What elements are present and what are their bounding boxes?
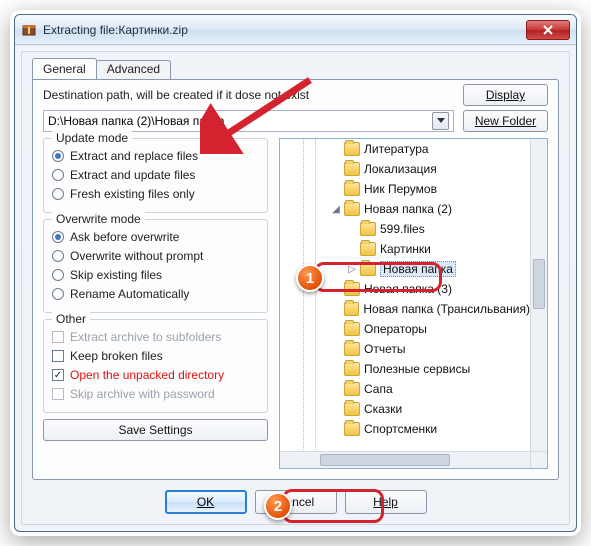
dialog-buttons: OK Cancel Help	[32, 488, 559, 516]
tree-item-label: Сказки	[364, 402, 402, 416]
tree-item[interactable]: Сказки	[280, 399, 530, 419]
check-skip-password: Skip archive with password	[52, 387, 259, 401]
overwrite-mode-group: Overwrite mode Ask before overwrite Over…	[43, 219, 268, 313]
other-legend: Other	[52, 312, 90, 326]
cancel-button[interactable]: Cancel	[255, 490, 337, 514]
titlebar[interactable]: Extracting file:Картинки.zip	[15, 15, 576, 45]
chevron-down-icon[interactable]	[432, 112, 449, 130]
tree-item-label: Локализация	[364, 162, 437, 176]
close-button[interactable]	[526, 20, 570, 40]
destination-value: D:\Новая папка (2)\Новая папка	[48, 114, 432, 128]
horizontal-scrollbar[interactable]	[280, 451, 530, 468]
disclosure-icon[interactable]: ◢	[330, 204, 342, 215]
tree-item-label: Картинки	[380, 242, 431, 256]
folder-icon	[344, 402, 360, 416]
tree-item[interactable]: Новая папка (Трансильвания)	[280, 299, 530, 319]
folder-icon	[360, 242, 376, 256]
folder-icon	[360, 262, 376, 276]
scrollbar-corner	[530, 451, 547, 468]
help-button[interactable]: Help	[345, 490, 427, 514]
folder-icon	[344, 342, 360, 356]
tree-item-label: Новая папка (2)	[364, 202, 452, 216]
tree-item[interactable]: Спортсменки	[280, 419, 530, 439]
tree-item-label: Сапа	[364, 382, 393, 396]
tree-item-label: Новая папка (Трансильвания)	[363, 302, 530, 316]
radio-skip-existing[interactable]: Skip existing files	[52, 268, 259, 282]
tab-general[interactable]: General	[32, 58, 97, 80]
folder-icon	[344, 142, 360, 156]
archive-icon	[21, 22, 37, 38]
radio-ask-overwrite[interactable]: Ask before overwrite	[52, 230, 259, 244]
folder-icon	[344, 302, 360, 316]
folder-tree[interactable]: Литература Локализация Ник Перумов ◢ Новая п…	[279, 138, 548, 469]
disclosure-icon[interactable]: ▷	[346, 264, 358, 275]
update-mode-group: Update mode Extract and replace files Ex…	[43, 138, 268, 213]
window-title: Extracting file:Картинки.zip	[43, 23, 188, 37]
tree-item[interactable]: Ник Перумов	[280, 179, 530, 199]
ok-button[interactable]: OK	[165, 490, 247, 514]
tree-item[interactable]: Новая папка (3)	[280, 279, 530, 299]
check-keep-broken[interactable]: Keep broken files	[52, 349, 259, 363]
tree-item-label: Полезные сервисы	[364, 362, 470, 376]
tree-item-label: Новая папка	[380, 261, 456, 277]
tree-item-label: Спортсменки	[364, 422, 437, 436]
tab-page-general: Destination path, will be created if it …	[32, 79, 559, 480]
dialog-window: Extracting file:Картинки.zip General Adv…	[14, 14, 577, 532]
tree-item[interactable]: Полезные сервисы	[280, 359, 530, 379]
tree-item[interactable]: Картинки	[280, 239, 530, 259]
tree-item[interactable]: Операторы	[280, 319, 530, 339]
tree-item-label: Отчеты	[364, 342, 405, 356]
overwrite-mode-legend: Overwrite mode	[52, 212, 145, 226]
tree-item-label: Новая папка (3)	[364, 282, 452, 296]
radio-fresh-existing[interactable]: Fresh existing files only	[52, 187, 259, 201]
save-settings-button[interactable]: Save Settings	[43, 419, 268, 441]
tree-item[interactable]: Литература	[280, 139, 530, 159]
folder-icon	[344, 202, 360, 216]
folder-icon	[344, 422, 360, 436]
folder-icon	[344, 282, 360, 296]
folder-icon	[344, 322, 360, 336]
tree-item[interactable]: Сапа	[280, 379, 530, 399]
folder-icon	[344, 162, 360, 176]
check-extract-subfolders: Extract archive to subfolders	[52, 330, 259, 344]
vertical-scrollbar[interactable]	[530, 139, 547, 451]
radio-overwrite-noprompt[interactable]: Overwrite without prompt	[52, 249, 259, 263]
new-folder-button[interactable]: New Folder	[463, 110, 548, 132]
tree-item[interactable]: ◢ Новая папка (2)	[280, 199, 530, 219]
other-group: Other Extract archive to subfolders Keep…	[43, 319, 268, 413]
tree-item[interactable]: 599.files	[280, 219, 530, 239]
folder-icon	[344, 362, 360, 376]
tree-item-label: Ник Перумов	[364, 182, 437, 196]
folder-icon	[344, 182, 360, 196]
scrollbar-thumb[interactable]	[320, 454, 450, 466]
tree-item[interactable]: Отчеты	[280, 339, 530, 359]
tree-item-label: 599.files	[380, 222, 425, 236]
radio-extract-update[interactable]: Extract and update files	[52, 168, 259, 182]
destination-combobox[interactable]: D:\Новая папка (2)\Новая папка	[43, 110, 454, 132]
display-button[interactable]: Display	[463, 84, 548, 106]
folder-icon	[360, 222, 376, 236]
tree-item[interactable]: ▷ Новая папка	[280, 259, 530, 279]
destination-label: Destination path, will be created if it …	[43, 88, 309, 102]
tree-item[interactable]: Локализация	[280, 159, 530, 179]
check-open-unpacked[interactable]: Open the unpacked directory	[52, 368, 259, 382]
dialog-body: General Advanced Destination path, will …	[21, 51, 570, 525]
scrollbar-thumb[interactable]	[533, 259, 545, 309]
tree-item-label: Литература	[364, 142, 429, 156]
tree-item-label: Операторы	[364, 322, 427, 336]
radio-rename-auto[interactable]: Rename Automatically	[52, 287, 259, 301]
folder-icon	[344, 382, 360, 396]
update-mode-legend: Update mode	[52, 131, 132, 145]
radio-extract-replace[interactable]: Extract and replace files	[52, 149, 259, 163]
